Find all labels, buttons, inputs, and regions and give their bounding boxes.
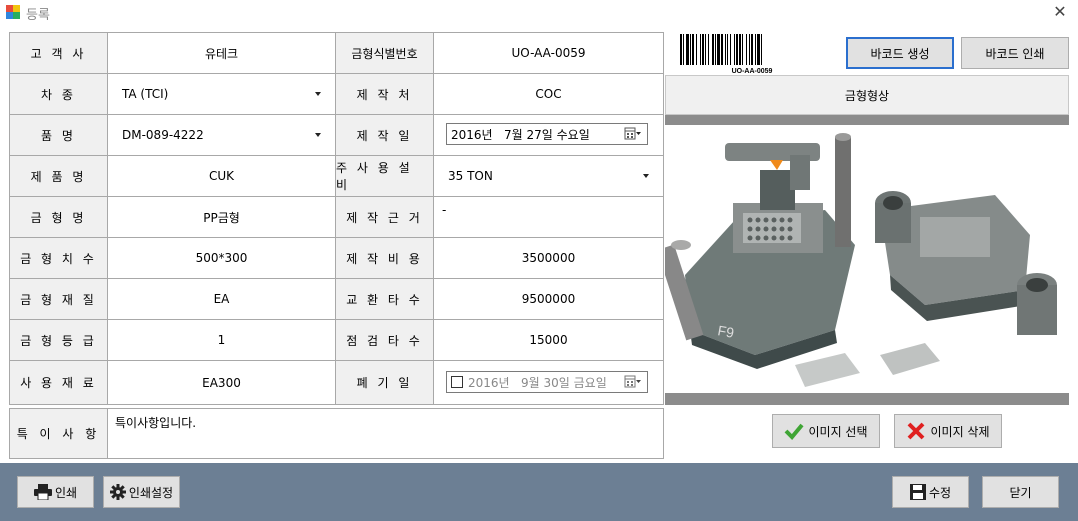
disposal-date-cell: 2016년 9월 30일 금요일 (434, 361, 664, 405)
customer-value[interactable]: 유테크 (108, 33, 336, 74)
car-type-label: 차 종 (10, 74, 108, 115)
disposal-date-checkbox[interactable] (451, 376, 463, 388)
exchange-count-label: 교 환 타 수 (336, 279, 434, 320)
edit-label: 수정 (928, 485, 952, 500)
mold-size-label: 금 형 치 수 (10, 238, 108, 279)
close-icon[interactable]: ✕ (1050, 2, 1070, 22)
disposal-date-value: 2016년 9월 30일 금요일 (468, 375, 607, 390)
make-basis-value[interactable]: - (434, 197, 664, 238)
part-name-label: 품 명 (10, 115, 108, 156)
svg-text:F9: F9 (716, 322, 735, 341)
gear-icon (109, 484, 126, 500)
part-name-combo[interactable]: DM-089-4222 (108, 115, 336, 156)
printer-icon (33, 484, 52, 500)
mold-size-value[interactable]: 500*300 (108, 238, 336, 279)
mold-image-frame: F9 (656, 115, 1069, 405)
mold-image-header: 금형형상 (665, 75, 1069, 115)
mold-photo-illustration: F9 (656, 133, 1057, 387)
chevron-down-icon[interactable] (315, 92, 321, 96)
footer-bar: 인쇄 인쇄설정 수정 닫기 (0, 463, 1078, 521)
maker-label: 제 작 처 (336, 74, 434, 115)
disposal-date-picker[interactable]: 2016년 9월 30일 금요일 (446, 371, 648, 393)
mold-image: F9 (656, 125, 1069, 393)
inspect-count-value[interactable]: 15000 (434, 320, 664, 361)
check-icon (785, 423, 805, 440)
print-settings-button[interactable]: 인쇄설정 (103, 476, 180, 508)
chevron-down-icon[interactable] (315, 133, 321, 137)
make-cost-value[interactable]: 3500000 (434, 238, 664, 279)
barcode-text: UO-AA-0059 (732, 68, 773, 75)
mold-id-value[interactable]: UO-AA-0059 (434, 33, 664, 74)
product-name-value[interactable]: CUK (108, 156, 336, 197)
mold-material-label: 금 형 재 질 (10, 279, 108, 320)
make-date-picker[interactable]: 2016년 7월 27일 수요일 (446, 123, 648, 145)
exchange-count-value[interactable]: 9500000 (434, 279, 664, 320)
title-bar: 등록 ✕ (0, 0, 1078, 26)
delete-image-button[interactable]: 이미지 삭제 (894, 414, 1002, 448)
window-title: 등록 (26, 8, 50, 23)
calendar-icon[interactable] (624, 127, 642, 141)
print-label: 인쇄 (54, 485, 78, 500)
make-cost-label: 제 작 비 용 (336, 238, 434, 279)
main-equipment-combo[interactable]: 35 TON (434, 156, 664, 197)
mold-id-label: 금형식별번호 (336, 33, 434, 74)
make-date-label: 제 작 일 (336, 115, 434, 156)
barcode-image: UO-AA-0059 (680, 34, 773, 75)
make-basis-label: 제 작 근 거 (336, 197, 434, 238)
edit-button[interactable]: 수정 (892, 476, 969, 508)
print-button[interactable]: 인쇄 (17, 476, 94, 508)
mold-name-value[interactable]: PP금형 (108, 197, 336, 238)
special-note-label: 특 이 사 항 (10, 409, 108, 458)
mold-info-grid: 고 객 사 유테크 금형식별번호 UO-AA-0059 차 종 TA (TCI)… (9, 32, 664, 405)
special-note-row: 특 이 사 항 특이사항입니다. (9, 408, 664, 459)
mold-grade-label: 금 형 등 급 (10, 320, 108, 361)
maker-value[interactable]: COC (434, 74, 664, 115)
disposal-date-label: 폐 기 일 (336, 361, 434, 405)
close-button[interactable]: 닫기 (982, 476, 1059, 508)
app-icon (6, 5, 20, 19)
mold-name-label: 금 형 명 (10, 197, 108, 238)
make-date-cell: 2016년 7월 27일 수요일 (434, 115, 664, 156)
make-date-value: 2016년 7월 27일 수요일 (451, 127, 590, 142)
main-equipment-label: 주 사 용 설 비 (336, 156, 434, 197)
calendar-icon[interactable] (624, 375, 642, 389)
print-settings-label: 인쇄설정 (128, 485, 174, 500)
customer-label: 고 객 사 (10, 33, 108, 74)
x-icon (908, 422, 925, 440)
inspect-count-label: 점 검 타 수 (336, 320, 434, 361)
chevron-down-icon[interactable] (643, 174, 649, 178)
save-disk-icon (909, 484, 926, 500)
select-image-button[interactable]: 이미지 선택 (772, 414, 880, 448)
mold-grade-value[interactable]: 1 (108, 320, 336, 361)
use-material-value[interactable]: EA300 (108, 361, 336, 405)
mold-material-value[interactable]: EA (108, 279, 336, 320)
use-material-label: 사 용 재 료 (10, 361, 108, 405)
part-name-value: DM-089-4222 (122, 128, 204, 142)
select-image-label: 이미지 선택 (808, 424, 868, 439)
print-barcode-button[interactable]: 바코드 인쇄 (961, 37, 1069, 69)
delete-image-label: 이미지 삭제 (930, 424, 990, 439)
special-note-textarea[interactable]: 특이사항입니다. (115, 414, 196, 431)
product-name-label: 제 품 명 (10, 156, 108, 197)
generate-barcode-button[interactable]: 바코드 생성 (846, 37, 954, 69)
car-type-combo[interactable]: TA (TCI) (108, 74, 336, 115)
car-type-value: TA (TCI) (122, 87, 169, 101)
main-equipment-value: 35 TON (448, 169, 493, 183)
